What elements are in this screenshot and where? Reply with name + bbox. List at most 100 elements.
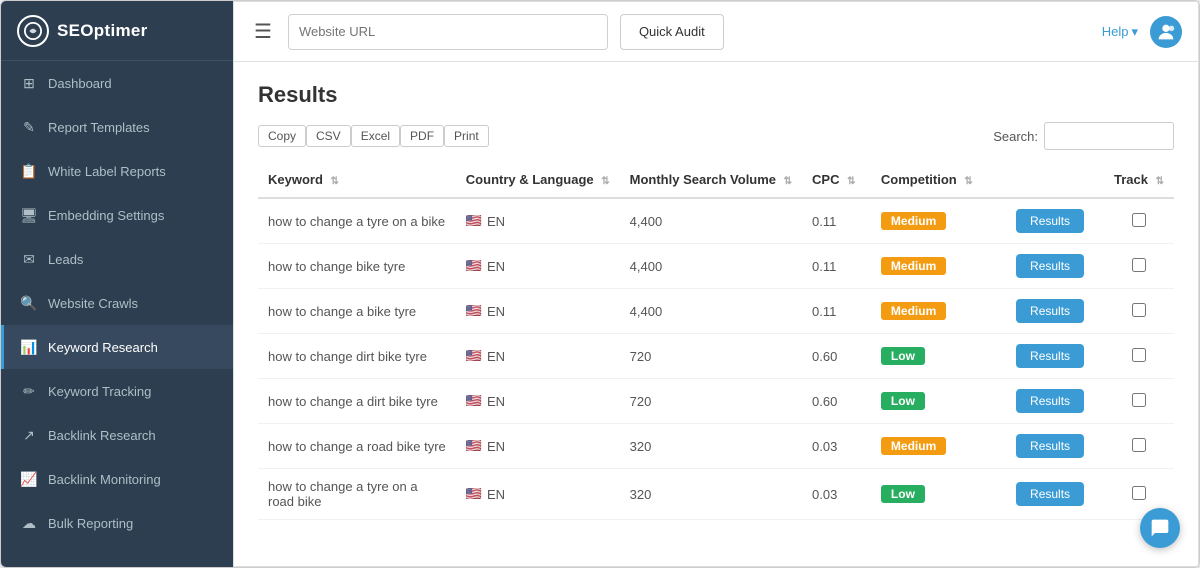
hamburger-icon[interactable]: ☰	[250, 15, 276, 48]
results-button[interactable]: Results	[1016, 299, 1084, 323]
results-button[interactable]: Results	[1016, 482, 1084, 506]
cell-competition: Medium	[871, 424, 1006, 469]
competition-badge: Medium	[881, 257, 946, 275]
cell-track	[1104, 198, 1174, 244]
cell-volume: 720	[620, 379, 802, 424]
sidebar-item-backlink-monitoring[interactable]: 📈 Backlink Monitoring	[1, 457, 233, 501]
sidebar-item-dashboard[interactable]: ⊞ Dashboard	[1, 61, 233, 105]
sidebar-item-backlink-research[interactable]: ↗ Backlink Research	[1, 413, 233, 457]
cell-results-btn: Results	[1006, 424, 1104, 469]
cell-country: 🇺🇸 EN	[456, 379, 620, 424]
flag-icon: 🇺🇸	[466, 303, 482, 319]
language-code: EN	[487, 439, 505, 454]
website-crawls-icon: 🔍	[20, 294, 38, 312]
track-checkbox[interactable]	[1132, 258, 1146, 272]
chat-bubble[interactable]	[1140, 508, 1180, 548]
search-label: Search:	[993, 129, 1038, 144]
flag-icon: 🇺🇸	[466, 348, 482, 364]
cell-keyword: how to change a tyre on a bike	[258, 198, 456, 244]
sidebar-item-leads[interactable]: ✉ Leads	[1, 237, 233, 281]
results-button[interactable]: Results	[1016, 389, 1084, 413]
cell-volume: 4,400	[620, 289, 802, 334]
cell-competition: Low	[871, 334, 1006, 379]
toolbar-btn-pdf[interactable]: PDF	[400, 125, 444, 147]
track-checkbox[interactable]	[1132, 348, 1146, 362]
cell-volume: 720	[620, 334, 802, 379]
track-checkbox[interactable]	[1132, 486, 1146, 500]
cell-track	[1104, 424, 1174, 469]
sidebar-item-website-crawls[interactable]: 🔍 Website Crawls	[1, 281, 233, 325]
results-button[interactable]: Results	[1016, 209, 1084, 233]
cell-country: 🇺🇸 EN	[456, 334, 620, 379]
col-header-cpc[interactable]: CPC ⇅	[802, 162, 871, 198]
sidebar-label-bulk-reporting: Bulk Reporting	[48, 516, 133, 531]
sidebar-label-keyword-research: Keyword Research	[48, 340, 158, 355]
toolbar-btn-print[interactable]: Print	[444, 125, 489, 147]
sidebar-label-embedding-settings: Embedding Settings	[48, 208, 164, 223]
cell-keyword: how to change bike tyre	[258, 244, 456, 289]
sidebar-item-keyword-tracking[interactable]: ✏ Keyword Tracking	[1, 369, 233, 413]
cell-country: 🇺🇸 EN	[456, 469, 620, 520]
cell-volume: 4,400	[620, 198, 802, 244]
sidebar-label-white-label-reports: White Label Reports	[48, 164, 166, 179]
competition-badge: Low	[881, 347, 925, 365]
search-bar: Search:	[993, 122, 1174, 150]
col-header-track[interactable]: Track ⇅	[1104, 162, 1174, 198]
sidebar-label-keyword-tracking: Keyword Tracking	[48, 384, 151, 399]
cell-track	[1104, 379, 1174, 424]
sidebar-item-bulk-reporting[interactable]: ☁ Bulk Reporting	[1, 501, 233, 545]
table-row: how to change a tyre on a bike 🇺🇸 EN 4,4…	[258, 198, 1174, 244]
sidebar-label-dashboard: Dashboard	[48, 76, 112, 91]
sidebar-item-report-templates[interactable]: ✎ Report Templates	[1, 105, 233, 149]
url-input[interactable]	[288, 14, 608, 50]
language-code: EN	[487, 394, 505, 409]
track-checkbox[interactable]	[1132, 438, 1146, 452]
results-button[interactable]: Results	[1016, 344, 1084, 368]
results-button[interactable]: Results	[1016, 254, 1084, 278]
competition-badge: Medium	[881, 212, 946, 230]
sidebar-item-white-label-reports[interactable]: 📋 White Label Reports	[1, 149, 233, 193]
sidebar-item-embedding-settings[interactable]: 🖥 Embedding Settings	[1, 193, 233, 237]
competition-badge: Medium	[881, 437, 946, 455]
col-header-country[interactable]: Country & Language ⇅	[456, 162, 620, 198]
backlink-research-icon: ↗	[20, 426, 38, 444]
language-code: EN	[487, 214, 505, 229]
cell-competition: Low	[871, 469, 1006, 520]
cell-volume: 4,400	[620, 244, 802, 289]
col-header-keyword[interactable]: Keyword ⇅	[258, 162, 456, 198]
col-header-competition[interactable]: Competition ⇅	[871, 162, 1006, 198]
quick-audit-button[interactable]: Quick Audit	[620, 14, 724, 50]
sidebar-item-keyword-research[interactable]: 📊 Keyword Research	[1, 325, 233, 369]
search-input[interactable]	[1044, 122, 1174, 150]
table-toolbar: CopyCSVExcelPDFPrint Search:	[258, 122, 1174, 150]
results-table: Keyword ⇅ Country & Language ⇅ Monthly S…	[258, 162, 1174, 520]
track-checkbox[interactable]	[1132, 213, 1146, 227]
toolbar-btn-excel[interactable]: Excel	[351, 125, 400, 147]
user-avatar[interactable]	[1150, 16, 1182, 48]
help-button[interactable]: Help ▾	[1102, 24, 1138, 40]
col-header-volume[interactable]: Monthly Search Volume ⇅	[620, 162, 802, 198]
track-checkbox[interactable]	[1132, 393, 1146, 407]
cell-cpc: 0.60	[802, 379, 871, 424]
table-row: how to change a tyre on a road bike 🇺🇸 E…	[258, 469, 1174, 520]
page-title: Results	[258, 82, 1174, 108]
toolbar-btn-csv[interactable]: CSV	[306, 125, 351, 147]
cell-competition: Medium	[871, 289, 1006, 334]
dashboard-icon: ⊞	[20, 74, 38, 92]
cell-competition: Low	[871, 379, 1006, 424]
cell-track	[1104, 334, 1174, 379]
competition-badge: Low	[881, 485, 925, 503]
results-button[interactable]: Results	[1016, 434, 1084, 458]
track-checkbox[interactable]	[1132, 303, 1146, 317]
flag-icon: 🇺🇸	[466, 393, 482, 409]
sidebar-label-backlink-research: Backlink Research	[48, 428, 156, 443]
logo-text: SEOptimer	[57, 21, 148, 41]
leads-icon: ✉	[20, 250, 38, 268]
cell-results-btn: Results	[1006, 334, 1104, 379]
toolbar-btn-copy[interactable]: Copy	[258, 125, 306, 147]
bulk-reporting-icon: ☁	[20, 514, 38, 532]
cell-keyword: how to change dirt bike tyre	[258, 334, 456, 379]
cell-results-btn: Results	[1006, 469, 1104, 520]
cell-competition: Medium	[871, 198, 1006, 244]
cell-results-btn: Results	[1006, 379, 1104, 424]
